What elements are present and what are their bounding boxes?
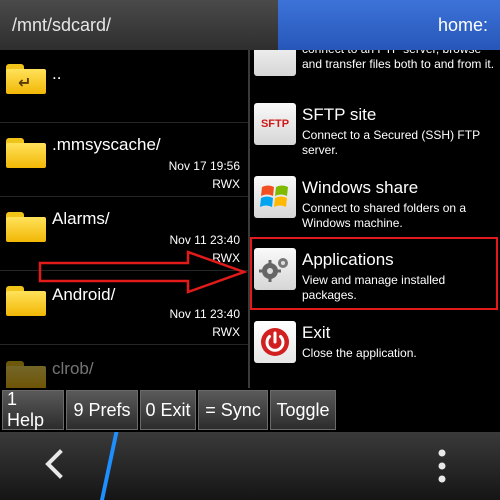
menu-item-desc: Connect to a Secured (SSH) FTP server.: [302, 128, 480, 157]
left-path-label: /mnt/sdcard/: [12, 14, 112, 35]
file-permissions: RWX: [212, 177, 240, 191]
menu-item-desc: connect to an FTP server, browse and tra…: [302, 50, 495, 71]
file-row[interactable]: .mmsyscache/ Nov 17 19:56 RWX: [0, 123, 248, 195]
header-bar: /mnt/sdcard/ home:: [0, 0, 500, 50]
menu-item-desc: Close the application.: [302, 346, 417, 360]
file-date: Nov 11 23:40: [169, 307, 241, 321]
sftp-icon: SFTP: [254, 103, 296, 145]
applications-highlight-box: [250, 237, 498, 310]
left-path-header[interactable]: /mnt/sdcard/: [0, 0, 278, 50]
system-nav-bar: [0, 432, 500, 500]
menu-item-ftp[interactable]: connect to an FTP server, browse and tra…: [250, 50, 500, 90]
file-date: Nov 17 19:56: [168, 159, 240, 173]
folder-up-icon: ↵: [6, 64, 46, 94]
back-button[interactable]: [36, 446, 72, 482]
exit-button[interactable]: 0 Exit: [140, 390, 196, 430]
file-row-parent[interactable]: ↵ ..: [0, 50, 248, 122]
windows-icon: [254, 176, 296, 218]
file-name: clrob/: [52, 359, 94, 378]
folder-icon: [6, 361, 46, 388]
file-row[interactable]: clrob/: [0, 345, 248, 388]
menu-item-sftp[interactable]: SFTP SFTP site Connect to a Secured (SSH…: [250, 95, 500, 165]
menu-item-windows-share[interactable]: Windows share Connect to shared folders …: [250, 168, 500, 238]
menu-item-title: SFTP site: [302, 105, 377, 124]
menu-item-title: Exit: [302, 323, 331, 342]
file-name: ..: [52, 64, 62, 83]
more-vertical-icon: [438, 449, 446, 483]
file-name: Alarms/: [52, 209, 110, 228]
file-date: Nov 11 23:40: [169, 233, 241, 247]
menu-item-title: Windows share: [302, 178, 419, 197]
left-file-panel: ↵ .. .mmsyscache/ Nov 17 19:56 RWX Alarm…: [0, 50, 248, 388]
power-icon: [254, 321, 296, 363]
right-path-header[interactable]: home:: [278, 0, 500, 50]
file-name: .mmsyscache/: [52, 135, 161, 154]
help-button[interactable]: 1 Help: [2, 389, 64, 430]
menu-item-desc: Connect to shared folders on a Windows m…: [302, 201, 467, 230]
file-permissions: RWX: [212, 325, 240, 339]
menu-item-exit[interactable]: Exit Close the application.: [250, 313, 500, 383]
function-key-bar: 1 Help 9 Prefs 0 Exit = Sync Toggle: [0, 388, 500, 432]
folder-icon: [6, 212, 46, 242]
chevron-left-icon: [45, 449, 63, 479]
overflow-menu-button[interactable]: [424, 446, 460, 486]
right-path-label: home:: [437, 14, 488, 35]
folder-icon: [6, 138, 46, 168]
sync-button[interactable]: = Sync: [198, 390, 268, 430]
toggle-button[interactable]: Toggle: [270, 390, 336, 430]
right-home-panel: connect to an FTP server, browse and tra…: [250, 50, 500, 388]
annotation-arrow-icon: [38, 250, 248, 294]
ftp-icon: [254, 50, 296, 76]
prefs-button[interactable]: 9 Prefs: [66, 390, 138, 430]
